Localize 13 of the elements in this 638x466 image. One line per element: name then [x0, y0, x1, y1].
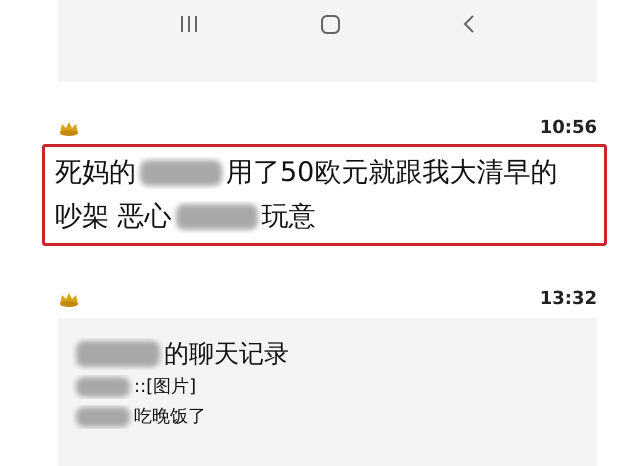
- message-text: 用了50欧元就跟我大清早的: [226, 156, 558, 190]
- message-time: 10:56: [540, 119, 597, 137]
- message-text: 死妈的: [55, 156, 136, 190]
- chat-record-card[interactable]: 的聊天记录 ::[图片] 吃晚饭了: [58, 318, 597, 466]
- message-text: 的聊天记录: [164, 338, 289, 370]
- message-text: 吵架 恶心: [55, 200, 172, 234]
- home-icon[interactable]: [320, 14, 341, 35]
- message-text: 吃晚饭了: [134, 405, 206, 429]
- message-text: 玩意: [262, 200, 316, 234]
- recents-icon[interactable]: [178, 14, 199, 34]
- message-time: 13:32: [540, 290, 597, 308]
- back-icon[interactable]: [462, 14, 476, 34]
- message-text: ::[图片]: [134, 375, 196, 399]
